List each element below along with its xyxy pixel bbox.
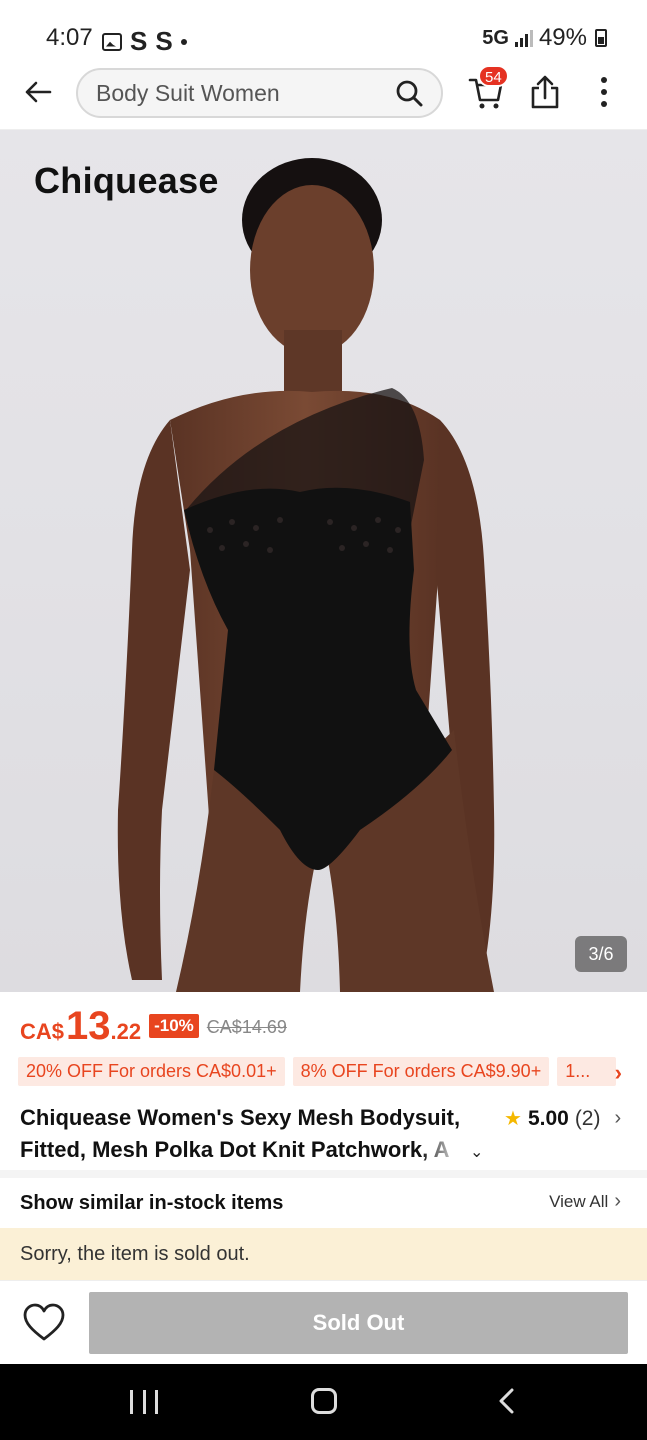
status-time: 4:07 [46,24,93,51]
signal-icon [514,29,533,47]
more-vert-icon [601,77,607,83]
arrow-left-icon [25,81,52,103]
sold-out-notice: Sorry, the item is sold out. [0,1228,647,1280]
section-divider [0,1170,647,1178]
s-notification-icon: S [130,26,148,56]
recent-apps-icon [130,1390,133,1414]
back-chevron-icon [499,1388,514,1414]
coupon-row[interactable]: 20% OFF For orders CA$0.01+ 8% OFF For o… [18,1056,632,1086]
home-button[interactable] [311,1388,337,1414]
cart-count-badge: 54 [478,65,509,87]
search-input[interactable]: Body Suit Women [76,68,443,118]
gallery-notification-icon [102,32,122,51]
network-type: 5G [482,26,509,49]
more-options-button[interactable] [592,74,616,110]
status-bar: 4:07 S S 5G 49% [0,0,647,62]
notification-icons: S S [102,26,187,57]
system-status: 5G 49% [482,24,607,52]
original-price: CA$14.69 [206,1017,287,1037]
price-cents: .22 [110,1019,142,1044]
price-currency: CA$ [20,1019,65,1044]
search-header: Body Suit Women 54 [0,62,647,130]
system-back-button[interactable] [494,1386,520,1416]
bottom-action-bar: Sold Out [0,1280,647,1364]
share-icon [531,75,559,109]
search-icon[interactable] [391,75,427,111]
share-button[interactable] [528,74,562,110]
star-icon: ★ [504,1108,522,1130]
review-count: (2) [574,1106,601,1130]
battery-percent: 49% [538,24,587,51]
similar-items-row: Show similar in-stock items View All › [0,1178,647,1228]
image-counter: 3/6 [575,936,627,972]
discount-badge: -10% [149,1014,199,1038]
similar-items-label: Show similar in-stock items [20,1192,284,1214]
sold-out-label: Sold Out [312,1310,405,1335]
wishlist-button[interactable] [22,1303,66,1343]
coupon-tag[interactable]: 20% OFF For orders CA$0.01+ [18,1056,285,1086]
view-all-link[interactable]: View All › [549,1190,621,1213]
sold-out-button[interactable]: Sold Out [89,1292,628,1354]
search-query: Body Suit Women [96,79,280,106]
system-navigation-bar [0,1364,647,1440]
brand-logo: Chiquease [34,160,219,201]
recent-apps-button[interactable] [130,1390,158,1414]
more-notifications-dot-icon [180,38,187,45]
rating-value: 5.00 [527,1106,569,1130]
s-notification-icon: S [155,26,173,56]
product-photo [117,158,495,992]
coupon-tag[interactable]: 8% OFF For orders CA$9.90+ [292,1056,550,1086]
chevron-right-icon: › [614,1190,621,1212]
price-row: CA$ 13 .22 -10% CA$14.69 [20,1004,287,1049]
price-whole: 13 [66,1004,111,1048]
product-title-row: Chiquease Women's Sexy Mesh Bodysuit, Fi… [20,1102,630,1168]
chevron-right-icon[interactable]: › [615,1060,622,1086]
battery-icon [595,29,607,47]
rating-summary[interactable]: ★ 5.00 (2) › [504,1106,621,1131]
heart-icon [23,1303,65,1341]
product-title[interactable]: Chiquease Women's Sexy Mesh Bodysuit, Fi… [20,1102,480,1166]
product-image-gallery[interactable]: Chiquease 3/6 [0,130,647,992]
sold-out-message: Sorry, the item is sold out. [20,1243,250,1265]
view-all-label: View All [549,1191,609,1211]
chevron-right-icon: › [614,1107,622,1129]
coupon-tag[interactable]: 1... [557,1056,617,1086]
back-button[interactable] [20,74,56,110]
chevron-down-icon[interactable]: ⌄ [470,1142,483,1162]
